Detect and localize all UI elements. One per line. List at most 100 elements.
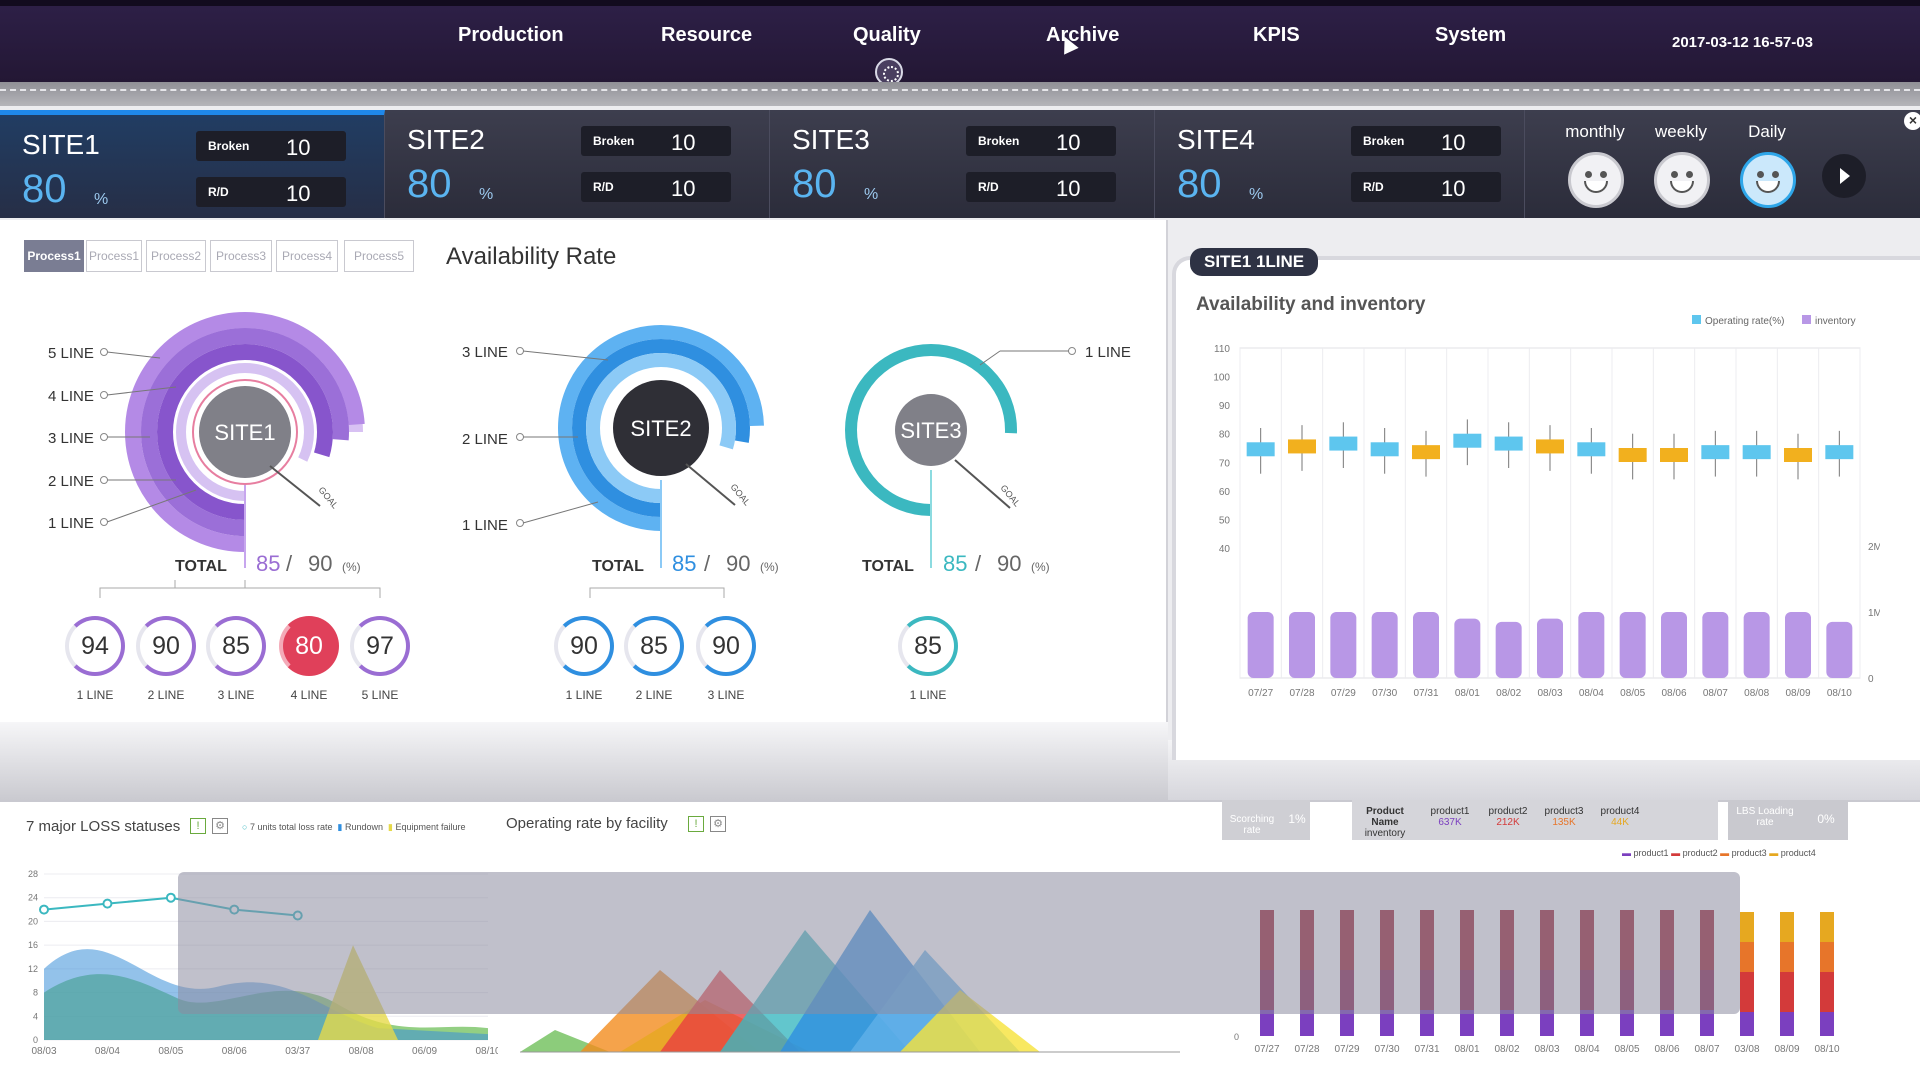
site-name: SITE2 bbox=[407, 124, 485, 155]
x-tick-label: 08/09 bbox=[1774, 1044, 1799, 1055]
goal-label: GOAL bbox=[998, 483, 1022, 509]
settings-icon[interactable]: ⚙ bbox=[212, 818, 228, 834]
x-tick-label: 08/09 bbox=[1785, 688, 1810, 699]
play-button[interactable] bbox=[1822, 154, 1866, 198]
nav-production[interactable]: Production bbox=[458, 24, 564, 47]
line-label: 2 LINE bbox=[48, 473, 94, 490]
scorch-label: Scorching rate bbox=[1229, 814, 1275, 836]
tab-process4[interactable]: Process4 bbox=[276, 240, 338, 272]
site2-total-value: 85 bbox=[672, 551, 697, 576]
landscape-strip bbox=[0, 722, 1168, 800]
inventory-bar bbox=[1537, 618, 1563, 678]
line-gauge-label: 2 LINE bbox=[635, 688, 673, 702]
broken-label: Broken bbox=[593, 134, 635, 148]
nav-archive[interactable]: Archive bbox=[1046, 24, 1119, 47]
site-card-site1[interactable]: SITE1 80 % Broken 10 R/D 10 bbox=[0, 110, 385, 218]
line-gauge[interactable]: 94 1 LINE bbox=[63, 616, 127, 706]
inventory-bar bbox=[1743, 612, 1770, 678]
inventory-bar bbox=[1371, 612, 1398, 678]
legend-operating-rate: Operating rate(%) bbox=[1692, 315, 1784, 327]
unit-label: (%) bbox=[1031, 560, 1050, 574]
line-gauge[interactable]: 85 3 LINE bbox=[204, 616, 268, 706]
rate-candle bbox=[1453, 433, 1482, 448]
legend-label: Operating rate(%) bbox=[1705, 316, 1785, 327]
broken-label: Broken bbox=[1363, 134, 1405, 148]
nav-system[interactable]: System bbox=[1435, 24, 1506, 47]
rate-candle bbox=[1412, 445, 1440, 460]
product-cell: product1 637K bbox=[1430, 806, 1470, 828]
line-gauge[interactable]: 80 4 LINE bbox=[277, 616, 341, 706]
rd-value: 10 bbox=[1441, 176, 1466, 201]
rd-value: 10 bbox=[286, 181, 311, 206]
x-tick-label: 08/06 bbox=[1654, 1044, 1679, 1055]
site3-donut[interactable]: SITE3 GOAL bbox=[845, 344, 1022, 568]
tab-process3[interactable]: Process3 bbox=[210, 240, 272, 272]
y-tick-label: 4 bbox=[33, 1011, 38, 1021]
line-gauge[interactable]: 90 2 LINE bbox=[134, 616, 198, 706]
nav-resource[interactable]: Resource bbox=[661, 24, 752, 47]
loss-title: 7 major LOSS statuses bbox=[26, 818, 181, 835]
tab-process1-alt[interactable]: Process1 bbox=[86, 240, 142, 272]
x-tick-label: 08/10 bbox=[1827, 688, 1852, 699]
goal-label: GOAL bbox=[316, 485, 340, 511]
close-icon[interactable]: × bbox=[1904, 112, 1920, 130]
y-tick-label: 80 bbox=[1219, 430, 1231, 441]
product-bar-segment bbox=[1820, 1012, 1834, 1036]
line-gauge[interactable]: 85 2 LINE bbox=[622, 616, 686, 706]
line-gauge-value: 80 bbox=[295, 632, 323, 660]
rd-label: R/D bbox=[593, 180, 614, 194]
smiley-face-icon bbox=[1568, 152, 1624, 208]
rd-value: 10 bbox=[1056, 176, 1081, 201]
x-tick-label: 07/28 bbox=[1294, 1044, 1319, 1055]
line-gauge-label: 5 LINE bbox=[361, 688, 399, 702]
info-icon[interactable]: ! bbox=[688, 816, 704, 832]
line-gauge-value: 90 bbox=[570, 632, 598, 660]
tab-process2[interactable]: Process2 bbox=[146, 240, 206, 272]
lbs-value: 0% bbox=[1817, 812, 1835, 826]
settings-icon[interactable]: ⚙ bbox=[710, 816, 726, 832]
x-tick-label: 03/37 bbox=[285, 1046, 310, 1057]
product-bar-segment bbox=[1740, 1012, 1754, 1036]
line-gauge[interactable]: 97 5 LINE bbox=[348, 616, 412, 706]
nav-quality[interactable]: Quality bbox=[853, 24, 921, 47]
tab-process1[interactable]: Process1 bbox=[24, 240, 84, 272]
product-bar-segment bbox=[1740, 972, 1754, 1012]
site-percent: 80 bbox=[407, 162, 452, 206]
broken-label: Broken bbox=[208, 139, 250, 153]
info-icon[interactable]: ! bbox=[190, 818, 206, 834]
y-tick-label-right: 0 bbox=[1868, 674, 1874, 685]
line-gauge-value: 94 bbox=[81, 632, 109, 660]
rate-candle bbox=[1701, 445, 1730, 460]
line-gauge-value: 85 bbox=[914, 632, 942, 660]
product-cell: product2 212K bbox=[1488, 806, 1528, 828]
y-tick-label: 60 bbox=[1219, 487, 1231, 498]
product-bar-segment bbox=[1780, 942, 1794, 972]
site-card-site4[interactable]: SITE4 80 % Broken 10 R/D 10 bbox=[1155, 110, 1525, 218]
rd-stat: R/D 10 bbox=[1351, 172, 1501, 202]
datetime: 2017-03-12 16-57-03 bbox=[1672, 34, 1813, 51]
rate-candle bbox=[1329, 436, 1358, 451]
donut-center-label: SITE2 bbox=[630, 416, 691, 441]
site-percent-unit: % bbox=[1249, 186, 1264, 203]
line-gauge[interactable]: 85 1 LINE bbox=[896, 616, 960, 706]
nav-kpis[interactable]: KPIS bbox=[1253, 24, 1300, 47]
site-card-site3[interactable]: SITE3 80 % Broken 10 R/D 10 bbox=[770, 110, 1155, 218]
rate-candle bbox=[1618, 448, 1647, 462]
tab-process5[interactable]: Process5 bbox=[344, 240, 414, 272]
product-head: Product Name inventory bbox=[1364, 806, 1406, 839]
x-tick-label: 08/05 bbox=[1614, 1044, 1639, 1055]
line-gauge-value: 97 bbox=[366, 632, 394, 660]
site1-goal-value: 90 bbox=[308, 551, 333, 576]
site2-donut[interactable]: SITE2 GOAL bbox=[558, 325, 764, 568]
line-gauge[interactable]: 90 1 LINE bbox=[552, 616, 616, 706]
unit-label: (%) bbox=[342, 560, 361, 574]
product-bar-segment bbox=[1740, 912, 1754, 942]
site-summary-bar: SITE1 80 % Broken 10 R/D 10 SITE2 80 % Bro… bbox=[0, 110, 1920, 218]
inventory-bar bbox=[1785, 612, 1811, 678]
line-gauge-circle: 85 bbox=[898, 616, 958, 676]
line-gauge-label: 2 LINE bbox=[147, 688, 185, 702]
site1-donut[interactable]: SITE1 GOAL bbox=[125, 312, 365, 568]
line-gauge[interactable]: 90 3 LINE bbox=[694, 616, 758, 706]
y-tick-label: 50 bbox=[1219, 515, 1231, 526]
site-card-site2[interactable]: SITE2 80 % Broken 10 R/D 10 bbox=[385, 110, 770, 218]
